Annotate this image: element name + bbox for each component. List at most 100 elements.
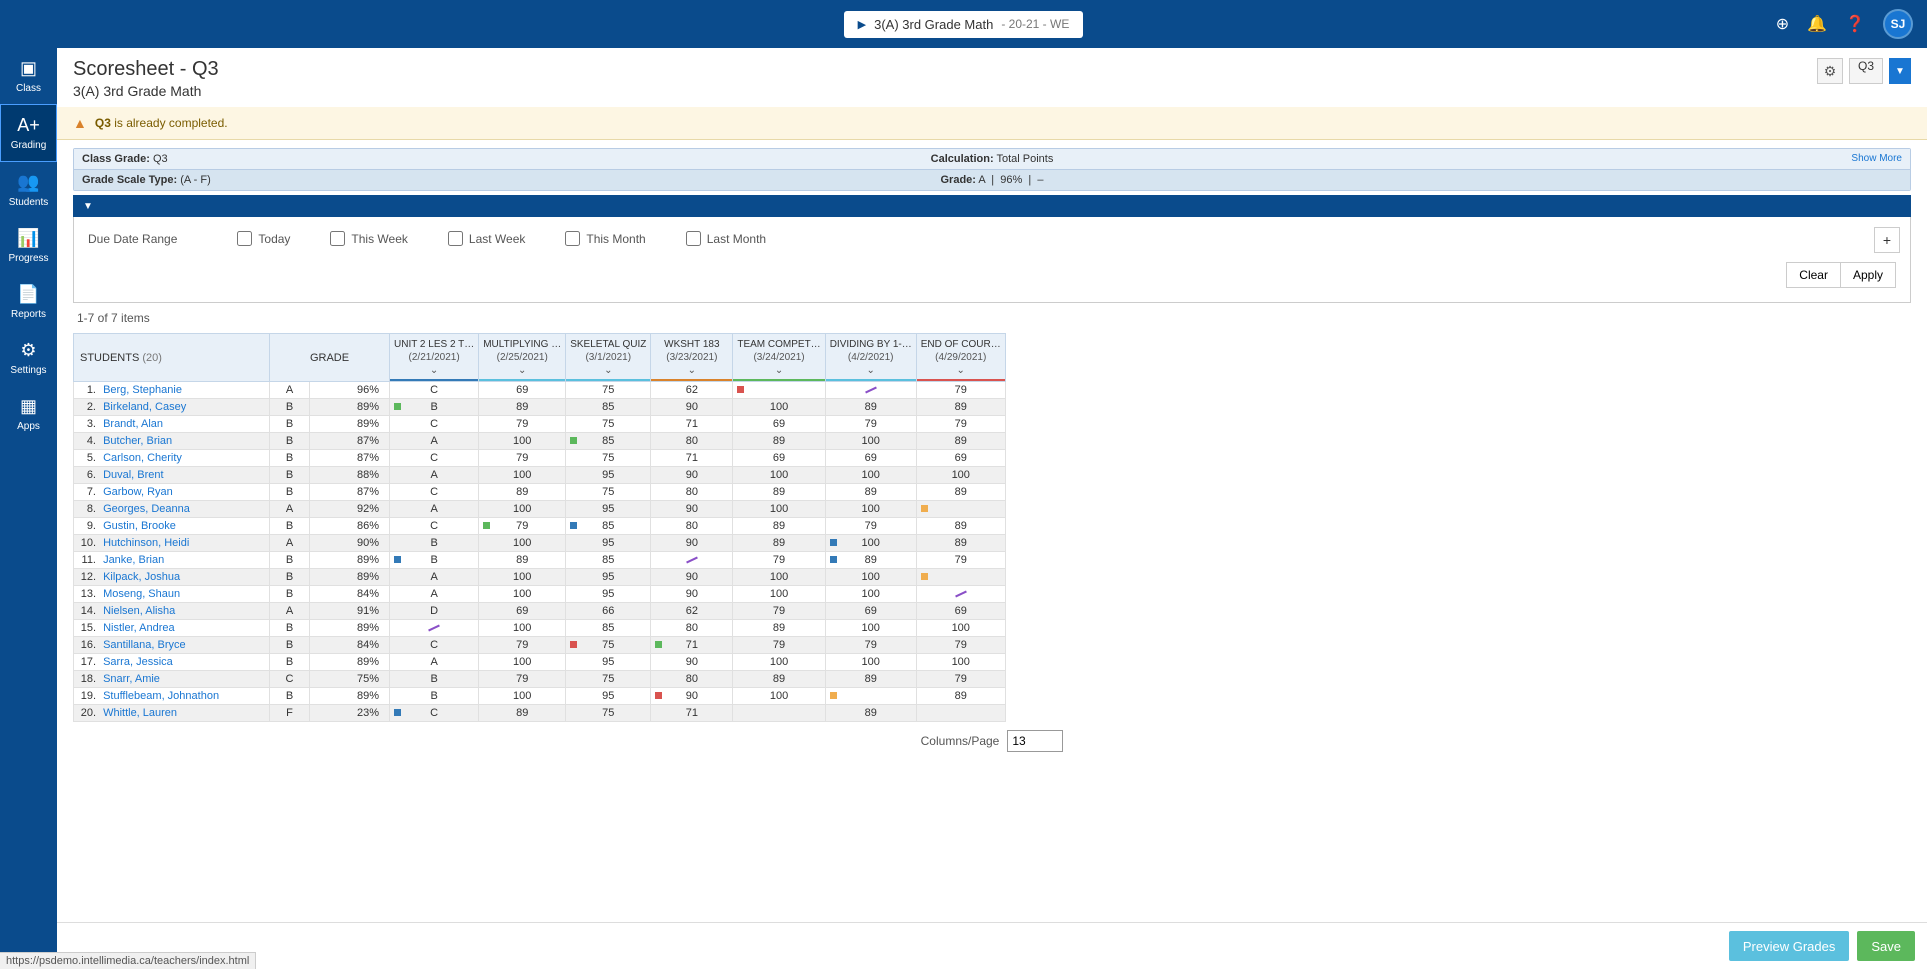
assignment-header[interactable]: END OF COUR…(4/29/2021)⌄ — [916, 334, 1005, 382]
score-cell[interactable]: B — [390, 671, 479, 688]
score-cell[interactable]: 89 — [733, 484, 825, 501]
student-name-cell[interactable]: 7. Garbow, Ryan — [74, 484, 270, 501]
score-cell[interactable] — [916, 501, 1005, 518]
score-cell[interactable]: 90 — [651, 535, 733, 552]
student-link[interactable]: Garbow, Ryan — [103, 486, 173, 498]
score-cell[interactable]: 90 — [651, 586, 733, 603]
student-name-cell[interactable]: 10. Hutchinson, Heidi — [74, 535, 270, 552]
filter-checkbox-this-week[interactable]: This Week — [330, 231, 407, 246]
students-header[interactable]: STUDENTS (20) — [74, 334, 270, 382]
score-cell[interactable]: 89 — [733, 518, 825, 535]
class-selector[interactable]: ▶ 3(A) 3rd Grade Math - 20-21 - WE — [844, 11, 1084, 38]
score-cell[interactable]: 79 — [916, 671, 1005, 688]
score-cell[interactable]: 79 — [479, 416, 566, 433]
grade-pct-cell[interactable]: 87% — [310, 450, 390, 467]
score-cell[interactable]: 89 — [916, 688, 1005, 705]
student-link[interactable]: Stufflebeam, Johnathon — [103, 690, 219, 702]
score-cell[interactable]: 89 — [479, 484, 566, 501]
score-cell[interactable]: 89 — [825, 671, 916, 688]
add-icon[interactable]: ⊕ — [1776, 14, 1789, 34]
score-cell[interactable]: 100 — [733, 688, 825, 705]
grade-pct-cell[interactable]: 75% — [310, 671, 390, 688]
student-name-cell[interactable]: 6. Duval, Brent — [74, 467, 270, 484]
score-cell[interactable] — [651, 552, 733, 569]
score-cell[interactable]: 85 — [566, 518, 651, 535]
grade-letter-cell[interactable]: B — [270, 637, 310, 654]
score-cell[interactable]: 69 — [916, 450, 1005, 467]
student-name-cell[interactable]: 8. Georges, Deanna — [74, 501, 270, 518]
score-cell[interactable]: 100 — [733, 467, 825, 484]
score-cell[interactable]: 100 — [479, 535, 566, 552]
student-name-cell[interactable]: 14. Nielsen, Alisha — [74, 603, 270, 620]
score-cell[interactable]: 80 — [651, 671, 733, 688]
student-link[interactable]: Sarra, Jessica — [103, 656, 173, 668]
grade-pct-cell[interactable]: 89% — [310, 399, 390, 416]
score-cell[interactable]: 75 — [566, 637, 651, 654]
score-cell[interactable]: 75 — [566, 450, 651, 467]
grade-letter-cell[interactable]: B — [270, 586, 310, 603]
grade-pct-cell[interactable]: 90% — [310, 535, 390, 552]
student-name-cell[interactable]: 2. Birkeland, Casey — [74, 399, 270, 416]
score-cell[interactable]: 75 — [566, 382, 651, 399]
score-cell[interactable]: 79 — [825, 637, 916, 654]
score-cell[interactable]: A — [390, 501, 479, 518]
student-name-cell[interactable]: 15. Nistler, Andrea — [74, 620, 270, 637]
grade-pct-cell[interactable]: 23% — [310, 705, 390, 722]
grade-header[interactable]: GRADE — [270, 334, 390, 382]
student-link[interactable]: Hutchinson, Heidi — [103, 537, 189, 549]
score-cell[interactable]: 89 — [733, 671, 825, 688]
score-cell[interactable]: 95 — [566, 535, 651, 552]
score-cell[interactable]: 71 — [651, 450, 733, 467]
clear-button[interactable]: Clear — [1786, 262, 1840, 288]
score-cell[interactable]: C — [390, 450, 479, 467]
score-cell[interactable]: 66 — [566, 603, 651, 620]
sidebar-item-class[interactable]: ▣Class — [0, 48, 57, 104]
student-name-cell[interactable]: 3. Brandt, Alan — [74, 416, 270, 433]
score-cell[interactable]: C — [390, 484, 479, 501]
sidebar-item-students[interactable]: 👥Students — [0, 162, 57, 218]
assignment-header[interactable]: MULTIPLYING …(2/25/2021)⌄ — [479, 334, 566, 382]
score-cell[interactable]: 80 — [651, 484, 733, 501]
score-cell[interactable]: 89 — [916, 484, 1005, 501]
score-cell[interactable]: 89 — [825, 552, 916, 569]
score-cell[interactable]: 80 — [651, 518, 733, 535]
student-name-cell[interactable]: 13. Moseng, Shaun — [74, 586, 270, 603]
grade-pct-cell[interactable]: 86% — [310, 518, 390, 535]
term-selector[interactable]: Q3 — [1849, 58, 1883, 84]
score-cell[interactable]: 90 — [651, 654, 733, 671]
grade-pct-cell[interactable]: 92% — [310, 501, 390, 518]
student-link[interactable]: Snarr, Amie — [103, 673, 160, 685]
score-cell[interactable]: 89 — [479, 705, 566, 722]
grade-letter-cell[interactable]: B — [270, 518, 310, 535]
student-name-cell[interactable]: 11. Janke, Brian — [74, 552, 270, 569]
score-cell[interactable]: 79 — [479, 671, 566, 688]
grade-letter-cell[interactable]: F — [270, 705, 310, 722]
assignment-header[interactable]: TEAM COMPET…(3/24/2021)⌄ — [733, 334, 825, 382]
score-cell[interactable]: 85 — [566, 552, 651, 569]
score-cell[interactable]: 100 — [825, 467, 916, 484]
score-cell[interactable]: 100 — [733, 654, 825, 671]
score-cell[interactable]: 79 — [479, 637, 566, 654]
score-cell[interactable]: 100 — [733, 586, 825, 603]
score-cell[interactable] — [733, 705, 825, 722]
student-name-cell[interactable]: 19. Stufflebeam, Johnathon — [74, 688, 270, 705]
grade-letter-cell[interactable]: A — [270, 501, 310, 518]
score-cell[interactable]: 100 — [733, 501, 825, 518]
score-cell[interactable]: 80 — [651, 620, 733, 637]
score-cell[interactable]: A — [390, 654, 479, 671]
score-cell[interactable] — [916, 705, 1005, 722]
score-cell[interactable]: 69 — [916, 603, 1005, 620]
score-cell[interactable]: 89 — [733, 535, 825, 552]
score-cell[interactable]: A — [390, 467, 479, 484]
score-cell[interactable]: 100 — [479, 654, 566, 671]
student-name-cell[interactable]: 4. Butcher, Brian — [74, 433, 270, 450]
score-cell[interactable]: 75 — [566, 705, 651, 722]
grade-pct-cell[interactable]: 89% — [310, 569, 390, 586]
score-cell[interactable]: 100 — [479, 569, 566, 586]
score-cell[interactable]: 79 — [479, 450, 566, 467]
grade-pct-cell[interactable]: 89% — [310, 552, 390, 569]
assignment-header[interactable]: SKELETAL QUIZ(3/1/2021)⌄ — [566, 334, 651, 382]
score-cell[interactable]: 100 — [479, 688, 566, 705]
score-cell[interactable]: 75 — [566, 484, 651, 501]
score-cell[interactable]: A — [390, 586, 479, 603]
